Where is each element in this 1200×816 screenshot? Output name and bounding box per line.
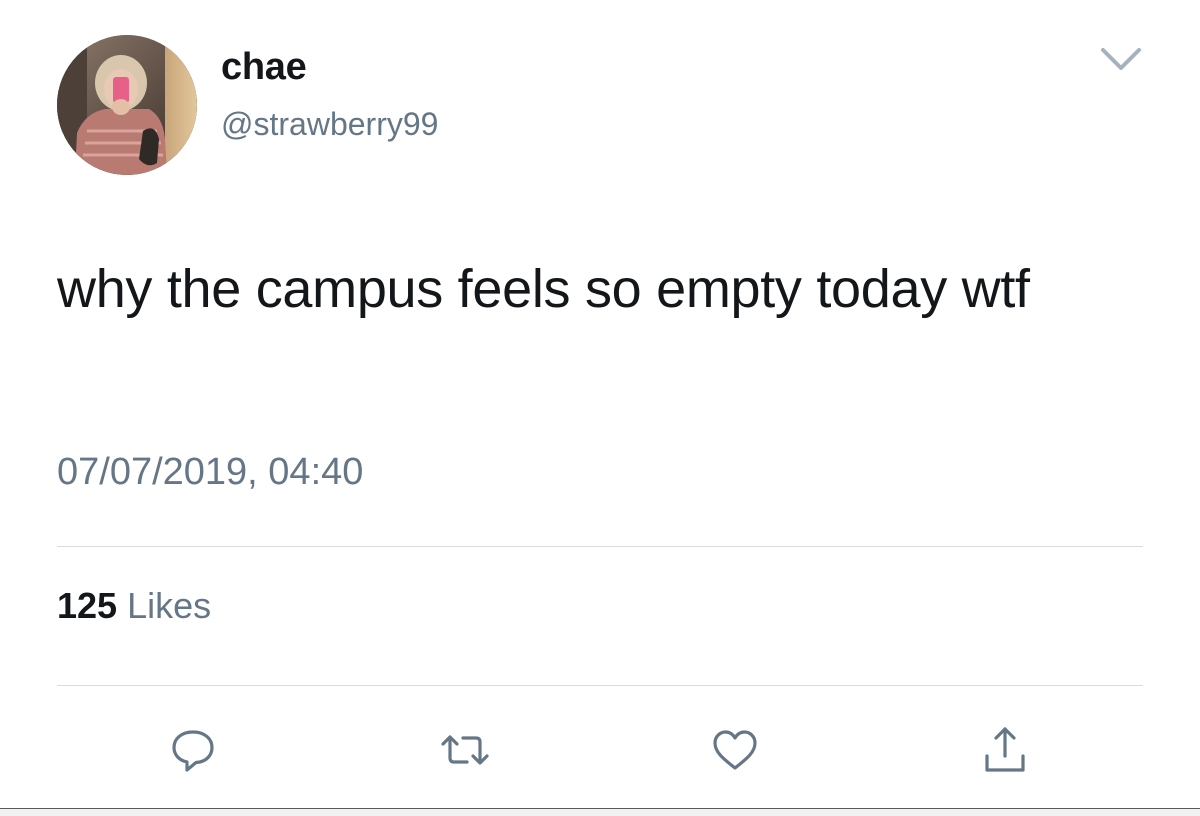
share-icon bbox=[985, 727, 1025, 772]
avatar[interactable] bbox=[57, 35, 197, 175]
tweet-text: why the campus feels so empty today wtf bbox=[57, 259, 1030, 319]
retweet-icon bbox=[441, 735, 489, 765]
chevron-down-icon[interactable] bbox=[1097, 40, 1145, 76]
tweet-timestamp[interactable]: 07/07/2019, 04:40 bbox=[57, 448, 363, 496]
retweet-button[interactable] bbox=[437, 722, 493, 778]
likes-count: 125 bbox=[57, 585, 118, 626]
user-handle[interactable]: @strawberry99 bbox=[221, 104, 438, 144]
likes-label: Likes bbox=[127, 585, 212, 626]
heart-icon bbox=[713, 730, 757, 770]
share-button[interactable] bbox=[977, 722, 1033, 778]
reply-icon bbox=[172, 730, 214, 772]
likes-stat[interactable]: 125 Likes bbox=[57, 584, 211, 628]
reply-button[interactable] bbox=[165, 722, 221, 778]
like-button[interactable] bbox=[707, 722, 763, 778]
divider bbox=[57, 685, 1143, 686]
avatar-image bbox=[57, 35, 197, 175]
display-name[interactable]: chae bbox=[221, 44, 307, 90]
divider bbox=[57, 546, 1143, 547]
